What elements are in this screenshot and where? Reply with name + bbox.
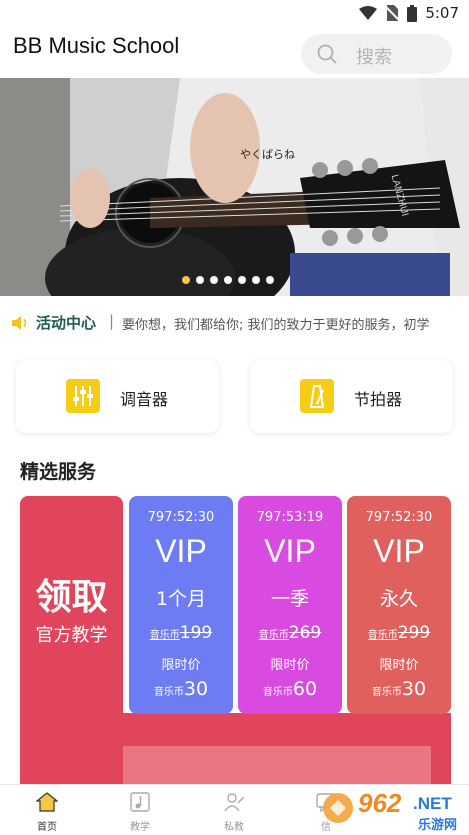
carousel-dot[interactable] <box>210 276 218 284</box>
nav-teaching-label: 教学 <box>130 822 150 833</box>
vip-original-price: 音乐币199 <box>129 623 233 643</box>
app-title: BB Music School <box>13 33 180 58</box>
carousel-dot[interactable] <box>252 276 260 284</box>
nav-tutor-label: 私教 <box>224 822 244 833</box>
search-input[interactable]: 搜索 <box>301 34 452 74</box>
carousel-dot[interactable] <box>182 276 190 284</box>
vip-card[interactable]: 797:52:30 VIP 1个月 音乐币199 限时价 音乐币30 <box>129 496 233 714</box>
vip-timer: 797:52:30 <box>365 510 433 525</box>
vip-original-unit: 音乐币 <box>258 630 289 641</box>
speaker-icon <box>12 316 27 330</box>
vip-original-price: 音乐币299 <box>347 623 451 643</box>
status-icons: 5:07 <box>359 4 459 22</box>
teacher-icon <box>224 793 245 812</box>
vip-limit-label: 限时价 <box>161 658 201 673</box>
notice-separator: | <box>109 312 115 330</box>
vip-original-amount: 299 <box>397 623 431 643</box>
app-screen: 5:07 BB Music School 搜索 LANZHUI やくばらね 活动… <box>0 0 469 835</box>
vip-limit-label: 限时价 <box>270 658 310 673</box>
vip-period: 1个月 <box>155 588 207 610</box>
carousel-dot[interactable] <box>238 276 246 284</box>
vip-current-unit: 音乐币 <box>153 687 184 698</box>
notice-title: 活动中心 <box>36 314 97 332</box>
carousel-dot[interactable] <box>266 276 274 284</box>
vip-original-amount: 199 <box>179 623 213 643</box>
vip-original-unit: 音乐币 <box>367 630 398 641</box>
tuner-label: 调音器 <box>120 390 169 409</box>
vip-timer: 797:53:19 <box>256 510 324 525</box>
search-placeholder: 搜索 <box>356 47 392 68</box>
watermark-number: 962 <box>358 788 402 818</box>
carousel-dot[interactable] <box>196 276 204 284</box>
section-title: 精选服务 <box>20 461 97 483</box>
shirt-text: やくばらね <box>240 148 295 161</box>
watermark-site-name: 乐游网 <box>418 818 458 833</box>
nav-home-label: 首页 <box>37 822 57 833</box>
battery-icon <box>407 4 418 22</box>
status-time: 5:07 <box>425 4 459 22</box>
vip-current-price: 音乐币60 <box>238 678 342 700</box>
metronome-button[interactable]: 节拍器 <box>250 360 453 433</box>
vip-card[interactable]: 797:53:19 VIP 一季 音乐币269 限时价 音乐币60 <box>238 496 342 714</box>
vip-current-price: 音乐币30 <box>129 678 233 700</box>
banner-carousel[interactable]: LANZHUI やくばらね <box>0 78 469 296</box>
tuner-icon <box>66 379 100 413</box>
vip-original-amount: 269 <box>288 623 322 643</box>
vip-limit-label: 限时价 <box>379 658 419 673</box>
vip-period: 一季 <box>270 588 309 610</box>
vip-timer: 797:52:30 <box>147 510 215 525</box>
vip-current-amount: 60 <box>292 678 318 700</box>
vip-current-unit: 音乐币 <box>371 687 402 698</box>
vip-original-price: 音乐币269 <box>238 623 342 643</box>
wifi-icon <box>359 6 378 20</box>
vip-period: 永久 <box>379 588 418 610</box>
nav-teaching[interactable]: 教学 <box>110 791 170 833</box>
vip-title: VIP <box>155 533 207 569</box>
carousel-dot[interactable] <box>224 276 232 284</box>
claim-card[interactable]: 领取 官方教学 <box>20 496 123 786</box>
home-icon <box>36 792 58 812</box>
claim-title: 领取 <box>35 577 108 618</box>
metronome-label: 节拍器 <box>354 390 403 409</box>
watermark-logo: 962 .NET 乐游网 <box>318 786 469 835</box>
vip-original-unit: 音乐币 <box>149 630 180 641</box>
music-note-icon <box>130 792 150 812</box>
tuner-button[interactable]: 调音器 <box>16 360 219 433</box>
vip-current-unit: 音乐币 <box>262 687 293 698</box>
vip-card[interactable]: 797:52:30 VIP 永久 音乐币299 限时价 音乐币30 <box>347 496 451 714</box>
vip-current-amount: 30 <box>183 678 209 700</box>
announcement-bar[interactable]: 活动中心 | 要你想，我们都给你; 我们的致力于更好的服务，初学 <box>0 306 469 340</box>
search-icon <box>317 44 337 64</box>
notice-text: 要你想，我们都给你; 我们的致力于更好的服务，初学 <box>122 318 430 333</box>
vip-current-amount: 30 <box>401 678 427 700</box>
app-header: BB Music School 搜索 <box>0 26 469 78</box>
watermark-net: .NET <box>413 794 452 813</box>
carousel-dots <box>182 276 274 284</box>
nav-home[interactable]: 首页 <box>17 791 77 833</box>
status-bar: 5:07 <box>0 0 469 26</box>
no-sim-icon <box>385 5 400 21</box>
metronome-icon <box>300 379 334 413</box>
claim-subtitle: 官方教学 <box>35 625 108 646</box>
vip-current-price: 音乐币30 <box>347 678 451 700</box>
vip-title: VIP <box>373 533 425 569</box>
vip-title: VIP <box>264 533 316 569</box>
nav-tutor[interactable]: 私教 <box>204 791 264 833</box>
